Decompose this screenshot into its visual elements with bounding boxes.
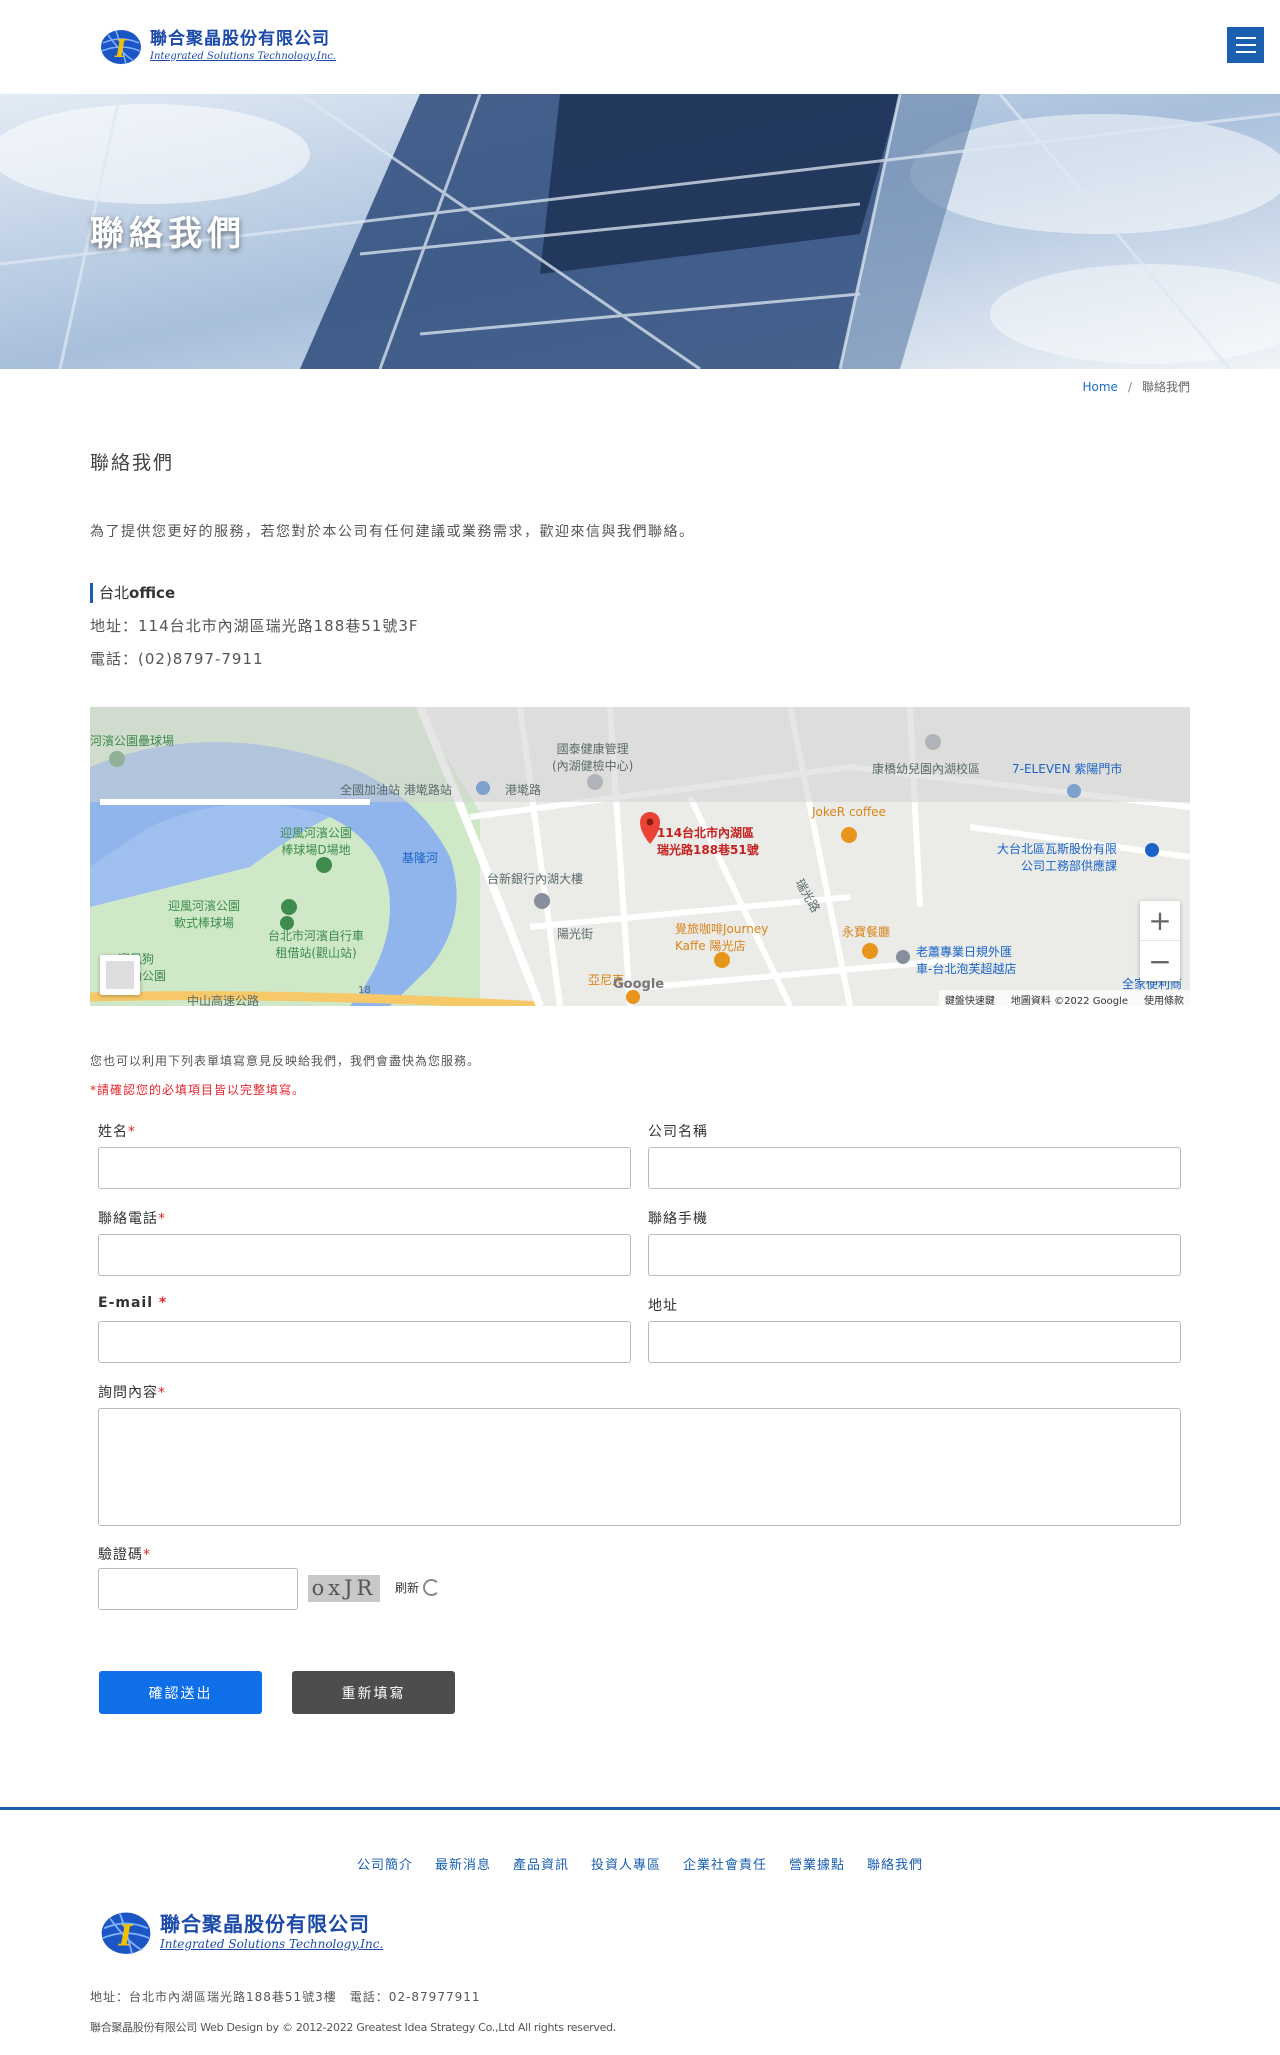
map-top-overlay [90, 707, 1190, 802]
email-field[interactable] [98, 1321, 631, 1363]
hamburger-menu-icon [1235, 37, 1256, 39]
footer-nav-contact[interactable]: 聯絡我們 [867, 1854, 923, 1873]
terms-of-use-link[interactable]: 使用條款 [1144, 992, 1184, 1006]
map-pin-label: 114台北市內湖區 瑞光路188巷51號 [657, 826, 759, 857]
map-label: 大台北區瓦斯股份有限 公司工務部供應課 [997, 842, 1118, 873]
google-map[interactable]: 河濱公園壘球場 國泰健康管理 (內湖健檢中心) 康橋幼兒園內湖校區 7-ELEV… [90, 707, 1190, 1006]
map-label: 18 [358, 985, 371, 996]
office-title: 台北office [90, 583, 419, 603]
captcha-refresh-button[interactable]: 刷新 [395, 1579, 441, 1596]
menu-toggle-button[interactable] [1227, 27, 1264, 63]
map-label: 覺旅咖啡Journey Kaffe 陽光店 [675, 922, 769, 953]
footer-nav-news[interactable]: 最新消息 [435, 1854, 491, 1873]
breadcrumb-separator: / [1127, 380, 1132, 394]
site-logo[interactable]: I 聯合聚晶股份有限公司 Integrated Solutions Techno… [98, 20, 338, 72]
map-zoom-control: + − [1140, 901, 1180, 981]
banner-title: 聯絡我們 [90, 214, 246, 254]
map-data-credit: 地圖資料 ©2022 Google [1010, 996, 1128, 1006]
map-label: 港墘路 [505, 783, 542, 797]
logo-name-en: Integrated Solutions Technology,Inc. [150, 50, 337, 62]
captcha-label: 驗證碼* [98, 1547, 151, 1563]
logo-globe-icon: I [98, 23, 144, 69]
phone-field[interactable] [98, 1234, 631, 1276]
map-label: 迎風河濱公園 棒球場D場地 [280, 826, 353, 857]
footer-logo-name-cn: 聯合聚晶股份有限公司 [160, 1912, 370, 1936]
site-header: I 聯合聚晶股份有限公司 Integrated Solutions Techno… [0, 0, 1280, 94]
address-field[interactable] [648, 1321, 1181, 1363]
logo-name-cn: 聯合聚晶股份有限公司 [150, 28, 330, 49]
mobile-label: 聯絡手機 [648, 1211, 708, 1227]
submit-button[interactable]: 確認送出 [99, 1671, 262, 1714]
map-attribution: 鍵盤快速鍵 地圖資料 ©2022 Google 使用條款 [938, 990, 1190, 1006]
street-view-pegman-icon[interactable] [100, 955, 140, 995]
refresh-label: 刷新 [395, 1581, 420, 1595]
footer-logo[interactable]: I 聯合聚晶股份有限公司 Integrated Solutions Techno… [98, 1902, 398, 1962]
map-label: 中山高速公路 [187, 994, 260, 1006]
map-label: 永寶餐廳 [842, 925, 891, 939]
address-label: 地址 [648, 1298, 678, 1314]
map-label: JokeR coffee [812, 805, 886, 819]
map-label: 台新銀行內湖大樓 [487, 872, 584, 886]
office-address: 地址：114台北市內湖區瑞光路188巷51號3F [90, 617, 419, 635]
footer-logo-globe-icon: I [98, 1904, 154, 1960]
breadcrumb: Home / 聯絡我們 [0, 378, 1191, 395]
footer-nav-about[interactable]: 公司簡介 [357, 1854, 413, 1873]
refresh-icon [423, 1579, 441, 1596]
name-label: 姓名* [98, 1124, 136, 1140]
footer-nav-investors[interactable]: 投資人專區 [591, 1854, 661, 1873]
email-label: E-mail * [98, 1295, 168, 1311]
footer-nav-locations[interactable]: 營業據點 [789, 1854, 845, 1873]
phone-label: 聯絡電話* [98, 1211, 166, 1227]
footer-nav-products[interactable]: 產品資訊 [513, 1854, 569, 1873]
page-intro-text: 為了提供您更好的服務，若您對於本公司有任何建議或業務需求，歡迎來信與我們聯絡。 [90, 524, 695, 540]
map-label: 陽光街 [557, 927, 594, 941]
page-title: 聯絡我們 [90, 452, 175, 474]
zoom-out-button[interactable]: − [1140, 941, 1180, 981]
office-phone: 電話：(02)8797-7911 [90, 650, 264, 668]
office-info: 台北office 地址：114台北市內湖區瑞光路188巷51號3F 電話：(02… [90, 583, 419, 669]
captcha-field[interactable] [98, 1568, 298, 1610]
svg-text:I: I [118, 1918, 134, 1952]
zoom-in-button[interactable]: + [1140, 901, 1180, 941]
message-label: 詢問內容* [98, 1385, 166, 1401]
map-label: 老蕭專業日規外匯 車-台北泡芙超越店 [916, 945, 1017, 976]
mobile-field[interactable] [648, 1234, 1181, 1276]
captcha-image: oxJR [308, 1575, 380, 1602]
map-label: 國泰健康管理 (內湖健檢中心) [552, 742, 634, 773]
map-label: 7-ELEVEN 紫陽門市 [1012, 762, 1123, 776]
map-label: 迎風河濱公園 軟式棒球場 [168, 899, 241, 930]
breadcrumb-current: 聯絡我們 [1141, 380, 1190, 394]
form-required-warning: *請確認您的必填項目皆以完整填寫。 [90, 1083, 306, 1097]
map-label: 台北市河濱自行車 租借站(觀山站) [268, 929, 365, 960]
message-textarea[interactable] [98, 1408, 1181, 1526]
name-field[interactable] [98, 1147, 631, 1189]
keyboard-shortcuts-link[interactable]: 鍵盤快速鍵 [945, 992, 995, 1006]
footer-copyright: 聯合聚晶股份有限公司 Web Design by © 2012-2022 Gre… [90, 2021, 616, 2034]
map-label: 河濱公園壘球場 [90, 734, 175, 748]
company-label: 公司名稱 [648, 1124, 708, 1140]
footer-logo-name-en: Integrated Solutions Technology,Inc. [160, 1937, 384, 1951]
form-intro-text: 您也可以利用下列表單填寫意見反映給我們，我們會盡快為您服務。 [90, 1054, 481, 1068]
breadcrumb-home-link[interactable]: Home [1083, 380, 1118, 394]
footer-nav: 公司簡介 最新消息 產品資訊 投資人專區 企業社會責任 營業據點 聯絡我們 [0, 1854, 1280, 1873]
map-label: 基隆河 [402, 851, 439, 865]
map-label: 康橋幼兒園內湖校區 [872, 762, 981, 776]
footer-nav-csr[interactable]: 企業社會責任 [683, 1854, 767, 1873]
svg-text:I: I [114, 34, 127, 63]
reset-button[interactable]: 重新填寫 [292, 1671, 455, 1714]
footer-address: 地址：台北市內湖區瑞光路188巷51號3樓 電話：02-87977911 [90, 1990, 481, 2004]
map-place-card[interactable] [100, 799, 370, 805]
map-label: 全國加油站 港墘路站 [340, 783, 452, 797]
company-field[interactable] [648, 1147, 1181, 1189]
google-logo: Google [613, 977, 665, 992]
site-footer: 公司簡介 最新消息 產品資訊 投資人專區 企業社會責任 營業據點 聯絡我們 I … [0, 1807, 1280, 2055]
page-banner: 聯絡我們 [0, 94, 1280, 369]
